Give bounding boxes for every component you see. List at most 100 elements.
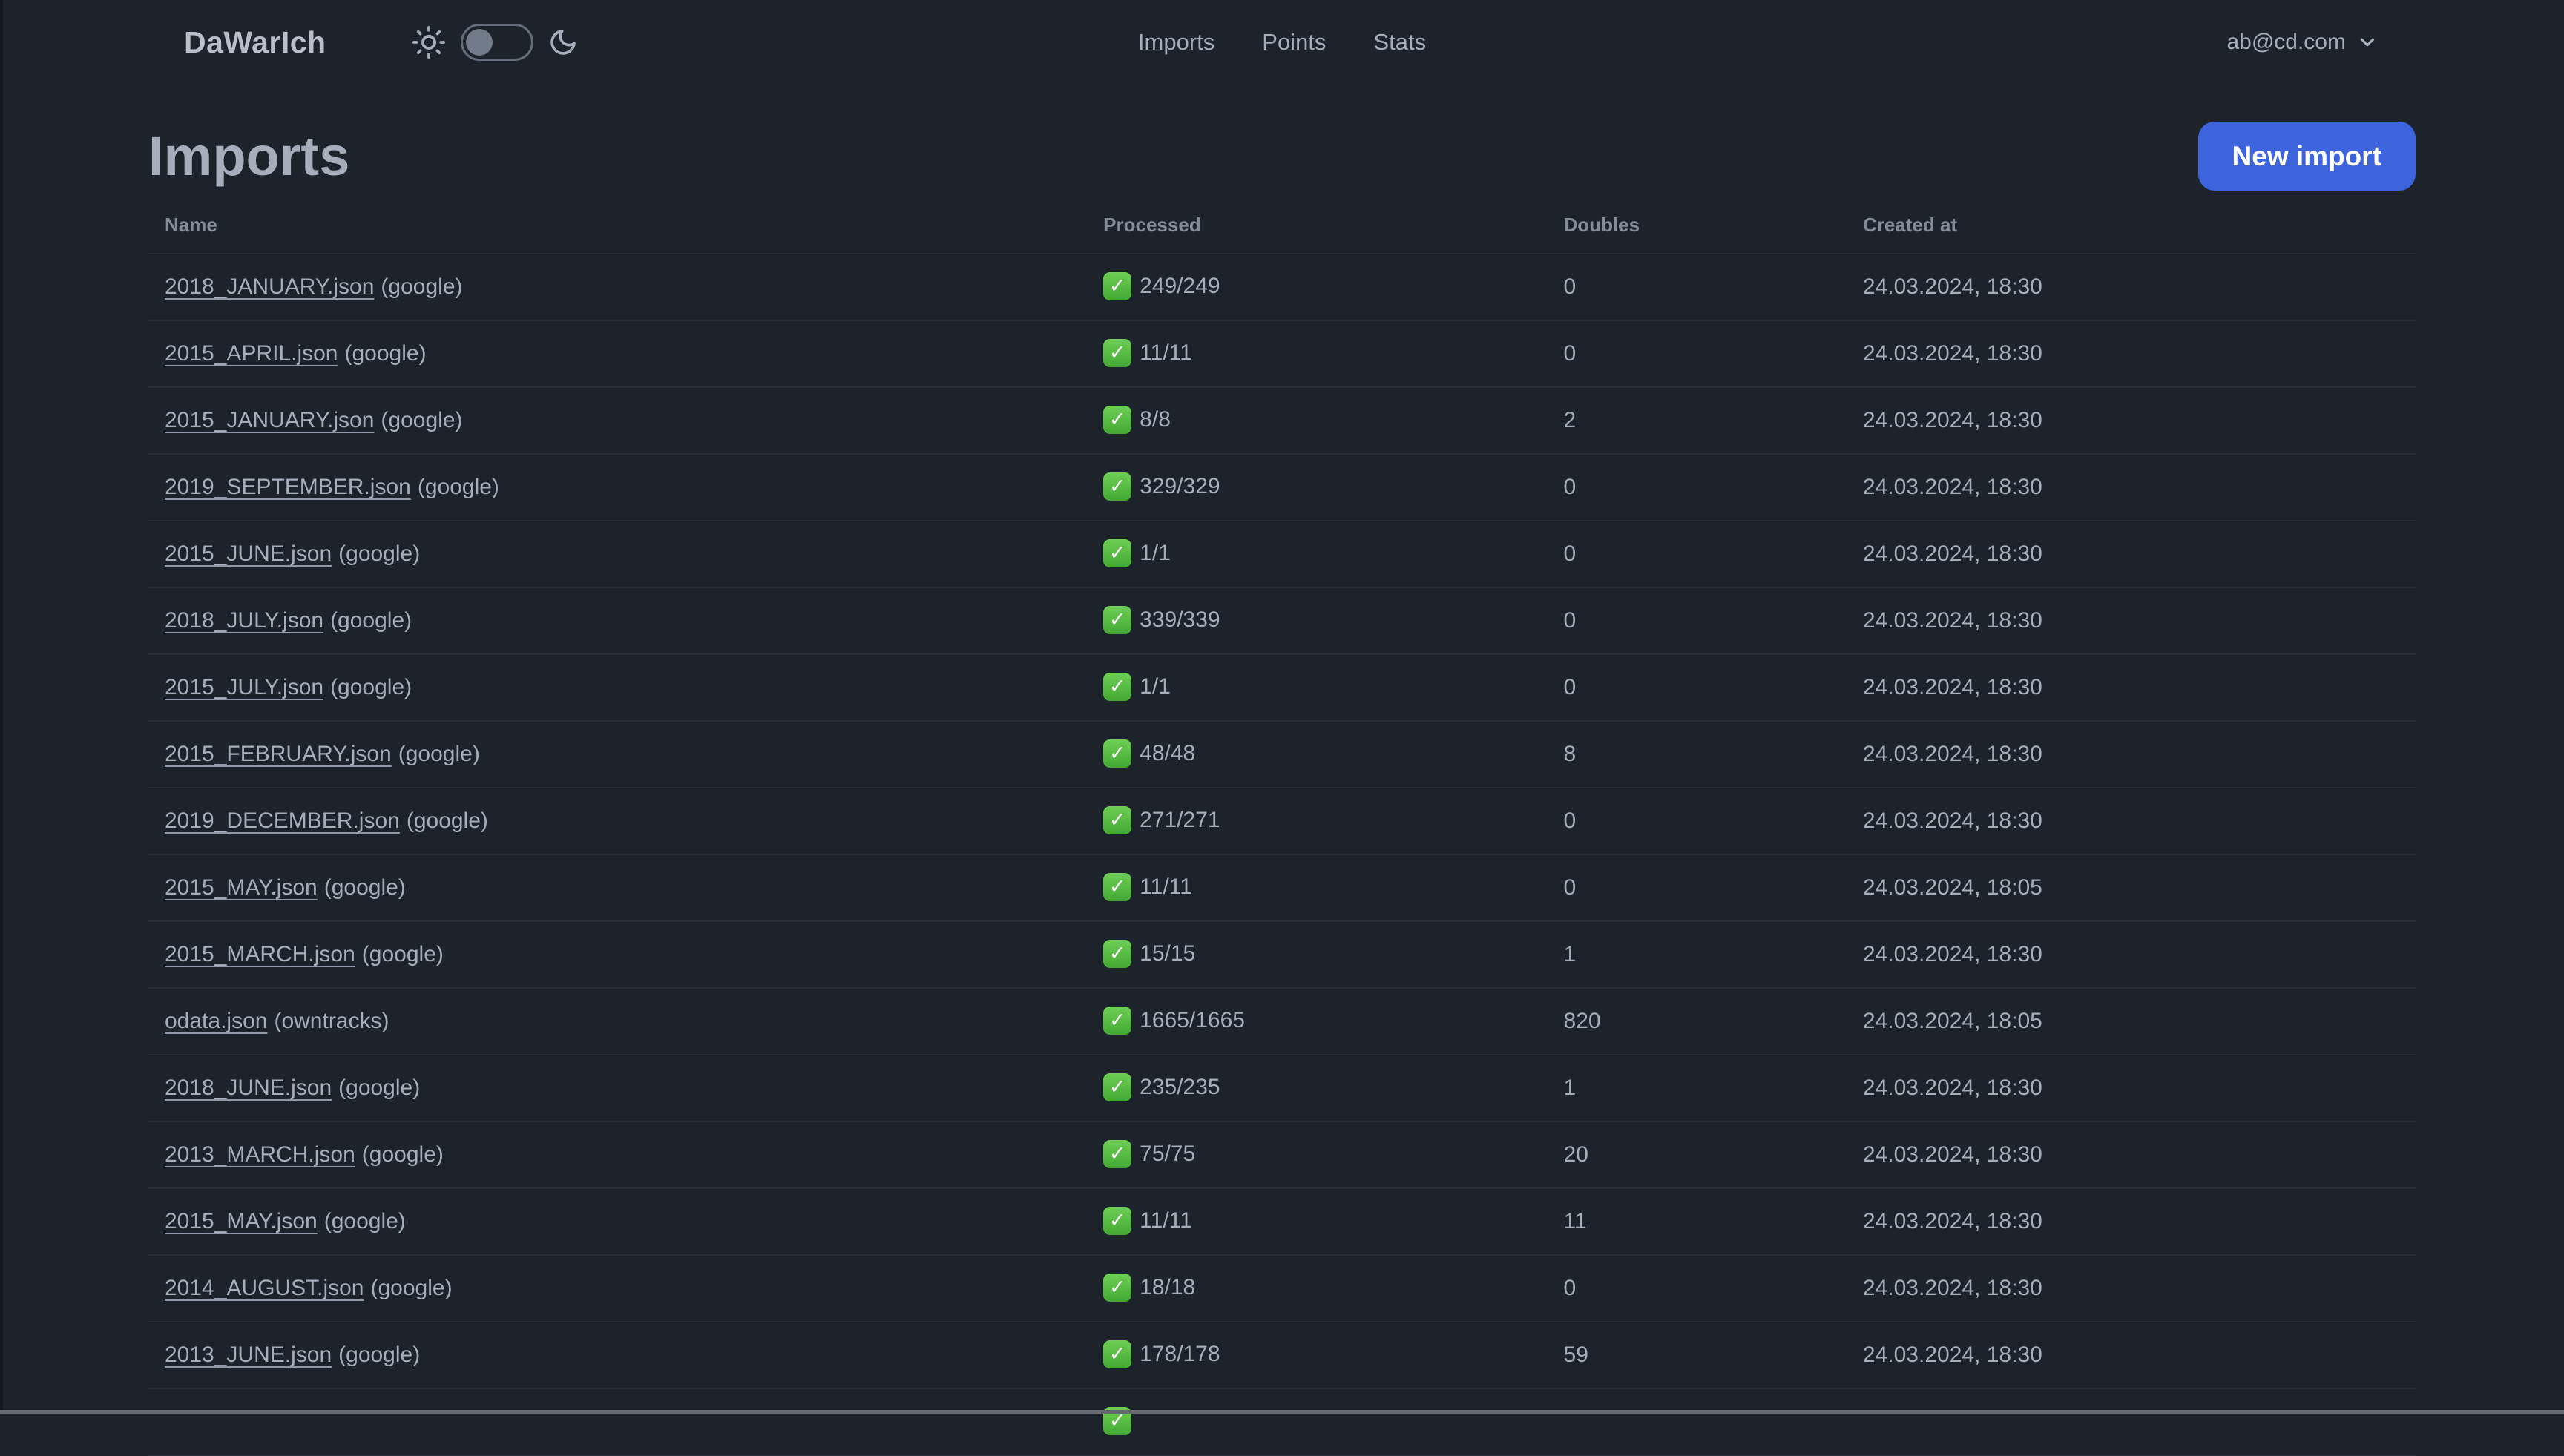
import-source-label: (google) — [417, 475, 499, 499]
theme-toggle-knob — [465, 29, 493, 56]
doubles-count: 0 — [1547, 1255, 1847, 1322]
created-at: 24.03.2024, 18:30 — [1846, 654, 2416, 722]
check-mark-emoji-icon — [1103, 939, 1132, 968]
import-file-link[interactable]: 2015_JULY.json — [165, 675, 323, 699]
import-file-link[interactable]: odata.json — [165, 1009, 267, 1033]
created-at: 24.03.2024, 18:30 — [1846, 387, 2416, 455]
created-at: 24.03.2024, 18:30 — [1846, 921, 2416, 989]
table-row: 2013_JUNE.json(google) 178/178 59 24.03.… — [148, 1322, 2416, 1389]
created-at: 24.03.2024, 18:05 — [1846, 988, 2416, 1055]
created-at: 24.03.2024, 18:30 — [1846, 521, 2416, 588]
table-row — [148, 1389, 2416, 1456]
table-row: 2015_JUNE.json(google) 1/1 0 24.03.2024,… — [148, 521, 2416, 588]
import-file-link[interactable]: 2015_MAY.json — [165, 875, 318, 900]
processed-count: 329/329 — [1140, 474, 1220, 499]
processed-count: 1/1 — [1140, 674, 1171, 699]
navbar: DaWarIch Imports Points Stats ab@cd.com — [0, 0, 2564, 85]
column-header-created-at: Created at — [1846, 197, 2416, 254]
table-row: 2015_MAY.json(google) 11/11 0 24.03.2024… — [148, 854, 2416, 922]
new-import-button[interactable]: New import — [2198, 122, 2416, 191]
processed-count: 339/339 — [1140, 607, 1220, 633]
table-row: 2015_APRIL.json(google) 11/11 0 24.03.20… — [148, 320, 2416, 388]
moon-icon — [548, 27, 578, 57]
check-mark-emoji-icon — [1103, 605, 1132, 634]
table-row: 2015_MARCH.json(google) 15/15 1 24.03.20… — [148, 921, 2416, 989]
processed-count: 48/48 — [1140, 741, 1196, 766]
import-file-link[interactable]: 2018_JUNE.json — [165, 1075, 332, 1100]
brand-logo[interactable]: DaWarIch — [184, 25, 326, 60]
doubles-count: 0 — [1547, 254, 1847, 321]
user-menu[interactable]: ab@cd.com — [2226, 30, 2379, 55]
nav-link-imports[interactable]: Imports — [1138, 29, 1214, 56]
title-row: Imports New import — [148, 122, 2416, 191]
processed-count: 18/18 — [1140, 1275, 1196, 1300]
created-at — [1846, 1389, 2416, 1456]
import-file-link[interactable]: 2018_JULY.json — [165, 608, 323, 633]
window-left-edge — [0, 0, 3, 1414]
created-at: 24.03.2024, 18:30 — [1846, 1121, 2416, 1189]
processed-count: 249/249 — [1140, 274, 1220, 299]
import-file-link[interactable]: 2019_DECEMBER.json — [165, 808, 400, 833]
doubles-count — [1547, 1389, 1847, 1456]
created-at: 24.03.2024, 18:30 — [1846, 320, 2416, 388]
theme-toggle[interactable] — [460, 24, 533, 61]
import-file-link[interactable]: 2015_JUNE.json — [165, 541, 332, 566]
created-at: 24.03.2024, 18:30 — [1846, 254, 2416, 321]
nav-link-points[interactable]: Points — [1262, 29, 1326, 56]
import-source-label: (google) — [361, 942, 444, 966]
check-mark-emoji-icon — [1103, 1139, 1132, 1168]
import-file-link[interactable]: 2013_MARCH.json — [165, 1142, 355, 1167]
processed-count: 1665/1665 — [1140, 1008, 1245, 1033]
check-mark-emoji-icon — [1103, 271, 1132, 300]
processed-count: 11/11 — [1140, 874, 1192, 900]
column-header-name: Name — [148, 197, 1088, 254]
processed-count: 271/271 — [1140, 808, 1220, 833]
nav-link-stats[interactable]: Stats — [1373, 29, 1426, 56]
import-source-label: (google) — [381, 408, 463, 432]
import-file-link[interactable]: 2013_JUNE.json — [165, 1343, 332, 1367]
doubles-count: 59 — [1547, 1322, 1847, 1389]
check-mark-emoji-icon — [1103, 1273, 1132, 1302]
import-file-link[interactable]: 2015_FEBRUARY.json — [165, 742, 392, 766]
import-file-link[interactable]: 2018_JANUARY.json — [165, 274, 374, 299]
import-file-link[interactable]: 2015_MAY.json — [165, 1209, 318, 1233]
import-source-label: (google) — [338, 541, 421, 566]
main-nav: Imports Points Stats — [1138, 29, 1426, 56]
table-row: 2013_MARCH.json(google) 75/75 20 24.03.2… — [148, 1121, 2416, 1189]
processed-count: 178/178 — [1140, 1342, 1220, 1367]
import-file-link[interactable]: 2015_JANUARY.json — [165, 408, 374, 432]
created-at: 24.03.2024, 18:30 — [1846, 1255, 2416, 1322]
check-mark-emoji-icon — [1103, 739, 1132, 768]
import-file-link[interactable]: 2014_AUGUST.json — [165, 1276, 364, 1300]
imports-table: Name Processed Doubles Created at 2018_J… — [148, 197, 2416, 1456]
check-mark-emoji-icon — [1103, 1006, 1132, 1035]
import-file-link[interactable]: 2015_APRIL.json — [165, 341, 338, 366]
table-row: 2018_JULY.json (google) 339/339 0 24.03.2… — [148, 587, 2416, 655]
doubles-count: 0 — [1547, 788, 1847, 855]
import-source-label: (google) — [323, 1209, 406, 1233]
check-mark-emoji-icon — [1103, 405, 1132, 434]
doubles-count: 820 — [1547, 988, 1847, 1055]
check-mark-emoji-icon — [1103, 1073, 1132, 1101]
theme-switcher — [412, 24, 578, 61]
table-row: 2019_SEPTEMBER.json(google) 329/329 0 24… — [148, 454, 2416, 521]
doubles-count: 0 — [1547, 854, 1847, 922]
import-file-link[interactable]: 2019_SEPTEMBER.json — [165, 475, 411, 499]
table-row: 2014_AUGUST.json(google) 18/18 0 24.03.2… — [148, 1255, 2416, 1322]
doubles-count: 0 — [1547, 521, 1847, 588]
import-source-label: (google) — [330, 675, 412, 699]
processed-count: 11/11 — [1140, 1208, 1192, 1233]
import-source-label: (google) — [323, 875, 406, 900]
import-source-label: (google) — [370, 1276, 453, 1300]
sun-icon — [412, 25, 446, 59]
check-mark-emoji-icon — [1103, 538, 1132, 567]
doubles-count: 1 — [1547, 1055, 1847, 1122]
doubles-count: 1 — [1547, 921, 1847, 989]
table-row: 2015_MAY.json(google) 11/11 11 24.03.202… — [148, 1188, 2416, 1256]
processed-count: 235/235 — [1140, 1075, 1220, 1100]
doubles-count: 20 — [1547, 1121, 1847, 1189]
table-row: 2019_DECEMBER.json(google) 271/271 0 24.… — [148, 788, 2416, 855]
check-mark-emoji-icon — [1103, 1206, 1132, 1235]
page-title: Imports — [148, 125, 350, 187]
import-file-link[interactable]: 2015_MARCH.json — [165, 942, 355, 966]
